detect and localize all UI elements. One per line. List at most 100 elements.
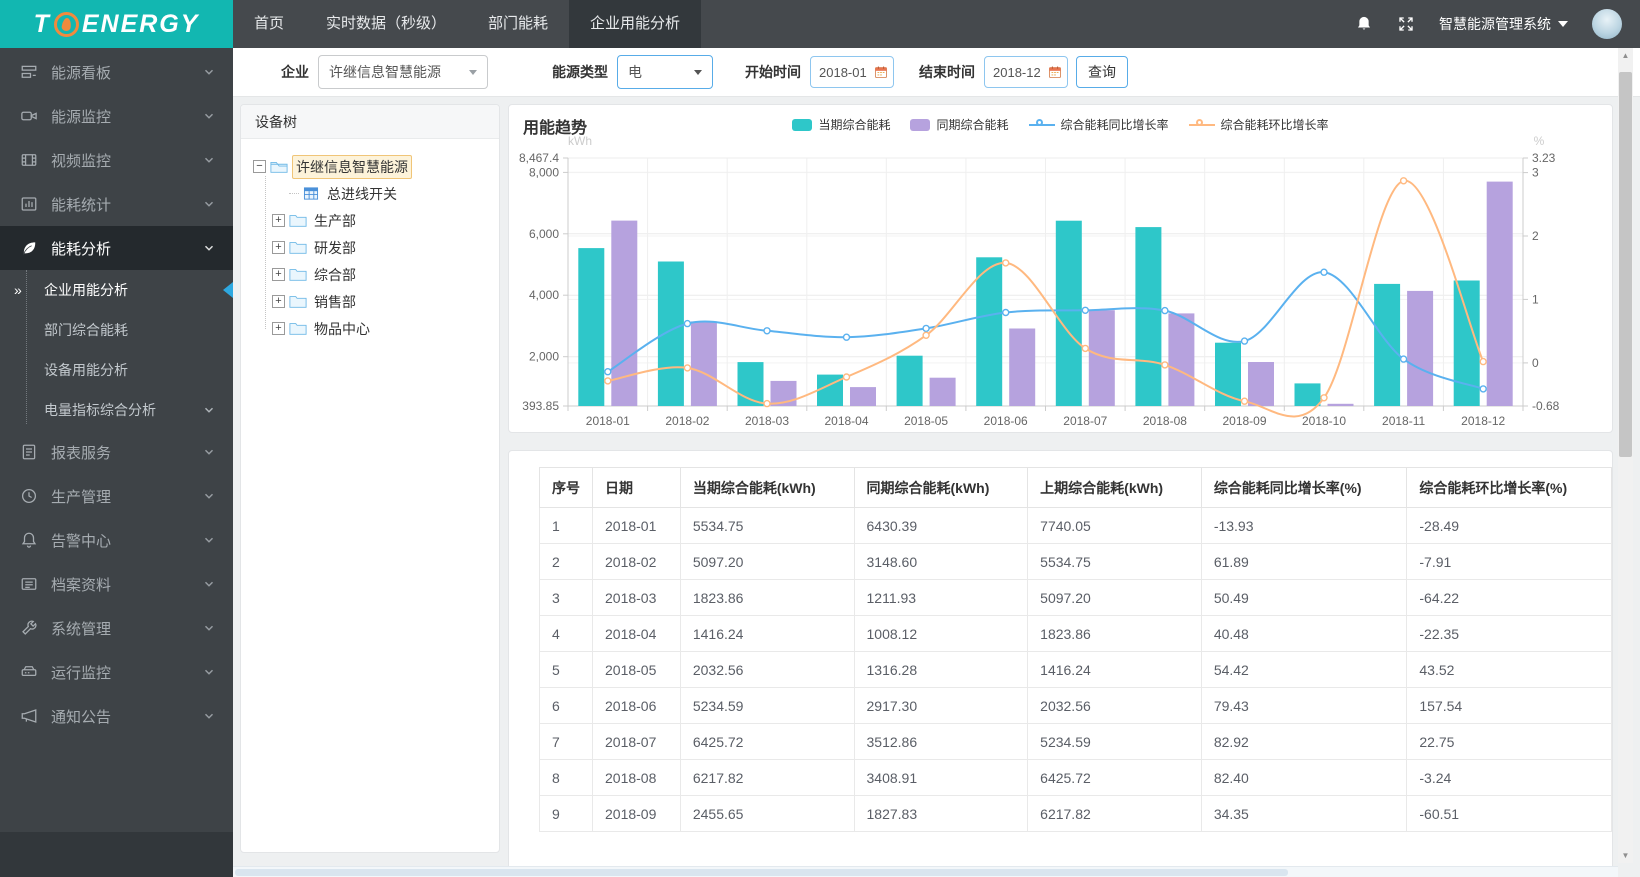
- vertical-scrollbar[interactable]: ▲ ▼: [1618, 48, 1633, 863]
- chevron-down-icon: [203, 534, 215, 546]
- tree-node-label[interactable]: 总进线开关: [324, 183, 400, 205]
- expand-icon[interactable]: +: [272, 295, 285, 308]
- tree-node-label[interactable]: 综合部: [311, 264, 359, 286]
- table-row[interactable]: 5 2018-05 2032.56 1316.28 1416.24 54.42 43.52: [539, 651, 1612, 688]
- fullscreen-icon[interactable]: [1397, 15, 1415, 33]
- calendar-icon: [1048, 66, 1062, 79]
- collapse-icon[interactable]: −: [253, 160, 266, 173]
- logo-text-right: ENERGY: [81, 9, 200, 38]
- sidebar-item[interactable]: 视频监控: [0, 138, 233, 182]
- horizontal-scrollbar[interactable]: [233, 866, 1618, 877]
- sidebar-item[interactable]: 生产管理: [0, 474, 233, 518]
- sidebar-item-label: 档案资料: [51, 576, 112, 594]
- legend-item[interactable]: 综合能耗环比增长率: [1188, 116, 1329, 133]
- tree-node[interactable]: + 销售部: [259, 288, 493, 315]
- tree-node-root[interactable]: − 许继信息智慧能源: [253, 153, 493, 180]
- legend-item[interactable]: 同期综合能耗: [910, 116, 1009, 133]
- user-avatar[interactable]: [1592, 9, 1622, 39]
- tree-node[interactable]: + 研发部: [259, 234, 493, 261]
- sidebar-item[interactable]: 能源监控: [0, 94, 233, 138]
- chevron-down-icon: [203, 154, 215, 166]
- nav-tab-dept-energy[interactable]: 部门能耗: [467, 0, 569, 48]
- expand-icon[interactable]: +: [272, 214, 285, 227]
- table-cell: 157.54: [1406, 687, 1612, 724]
- table-row[interactable]: 9 2018-09 2455.65 1827.83 6217.82 34.35 -60.51: [539, 795, 1612, 832]
- end-time-label: 结束时间: [919, 64, 975, 80]
- tree-node[interactable]: + 生产部: [259, 207, 493, 234]
- chevron-down-icon: [203, 666, 215, 678]
- table-row[interactable]: 4 2018-04 1416.24 1008.12 1823.86 40.48 -22.35: [539, 615, 1612, 652]
- legend-item[interactable]: 当期综合能耗: [792, 116, 890, 133]
- app-logo[interactable]: T ENERGY: [0, 0, 233, 48]
- scroll-down-icon[interactable]: ▼: [1618, 848, 1633, 863]
- chevron-down-icon: [203, 578, 215, 590]
- topbar-right: 智慧能源管理系统: [1355, 0, 1640, 48]
- vertical-scrollbar-thumb[interactable]: [1619, 72, 1632, 457]
- table-row[interactable]: 3 2018-03 1823.86 1211.93 5097.20 50.49 -64.22: [539, 579, 1612, 616]
- sidebar-subitem[interactable]: 部门综合能耗: [0, 310, 233, 350]
- chevron-down-icon: [203, 404, 215, 416]
- table-row[interactable]: 1 2018-01 5534.75 6430.39 7740.05 -13.93 -28.4…: [539, 507, 1612, 544]
- sidebar-item[interactable]: 通知公告: [0, 694, 233, 738]
- sidebar-item[interactable]: 运行监控: [0, 650, 233, 694]
- chevron-down-icon: [203, 622, 215, 634]
- company-select[interactable]: 许继信息智慧能源: [318, 55, 488, 89]
- folder-icon: [289, 294, 307, 309]
- tree-node[interactable]: + 综合部: [259, 261, 493, 288]
- table-row[interactable]: 7 2018-07 6425.72 3512.86 5234.59 82.92 22.75: [539, 723, 1612, 760]
- table-cell: 1823.86: [1027, 615, 1202, 652]
- sidebar-subitem[interactable]: 设备用能分析: [0, 350, 233, 390]
- table-cell: 6430.39: [853, 507, 1029, 544]
- tree-node[interactable]: + 物品中心: [259, 315, 493, 342]
- expand-icon[interactable]: +: [272, 268, 285, 281]
- start-date-input[interactable]: 2018-01: [810, 56, 894, 88]
- sidebar-item[interactable]: 系统管理: [0, 606, 233, 650]
- scroll-up-icon[interactable]: ▲: [1618, 48, 1633, 63]
- sidebar-subitem[interactable]: 电量指标综合分析: [0, 390, 233, 430]
- bell-icon[interactable]: [1355, 15, 1373, 33]
- table-cell: 7: [539, 723, 593, 760]
- sidebar-item[interactable]: 能耗统计: [0, 182, 233, 226]
- table-row[interactable]: 2 2018-02 5097.20 3148.60 5534.75 61.89 -7.91: [539, 543, 1612, 580]
- tree-node[interactable]: 总进线开关: [259, 180, 493, 207]
- sidebar-item[interactable]: 告警中心: [0, 518, 233, 562]
- sidebar-item[interactable]: 报表服务: [0, 430, 233, 474]
- expand-icon[interactable]: +: [272, 241, 285, 254]
- table-cell: 54.42: [1200, 651, 1408, 688]
- svg-text:%: %: [1534, 134, 1545, 148]
- calendar-icon: [874, 66, 888, 79]
- tree-node-label[interactable]: 许继信息智慧能源: [292, 154, 412, 179]
- legend-line-swatch: [1028, 118, 1055, 131]
- table-row[interactable]: 6 2018-06 5234.59 2917.30 2032.56 79.43 157.54: [539, 687, 1612, 724]
- sidebar-subitem[interactable]: » 企业用能分析: [0, 270, 233, 310]
- nav-tab-realtime[interactable]: 实时数据（秒级）: [305, 0, 467, 48]
- table-cell: 5534.75: [1027, 543, 1202, 580]
- tree-node-label[interactable]: 生产部: [311, 210, 359, 232]
- table-cell: 2032.56: [1027, 687, 1202, 724]
- system-title[interactable]: 智慧能源管理系统: [1439, 14, 1568, 34]
- tree-node-label[interactable]: 物品中心: [311, 318, 373, 340]
- bar-stats-icon: [20, 195, 38, 213]
- legend-item[interactable]: 综合能耗同比增长率: [1028, 116, 1169, 133]
- nav-tab-home[interactable]: 首页: [233, 0, 305, 48]
- tree-node-label[interactable]: 研发部: [311, 237, 359, 259]
- query-button[interactable]: 查询: [1076, 56, 1128, 88]
- tree-node-label[interactable]: 销售部: [311, 291, 359, 313]
- table-row[interactable]: 8 2018-08 6217.82 3408.91 6425.72 82.40 -3.24: [539, 759, 1612, 796]
- end-date-input[interactable]: 2018-12: [984, 56, 1068, 88]
- chevron-down-icon: [203, 490, 215, 502]
- system-title-label: 智慧能源管理系统: [1439, 16, 1551, 32]
- sidebar-item[interactable]: 档案资料: [0, 562, 233, 606]
- horizontal-scrollbar-thumb[interactable]: [235, 869, 1288, 876]
- expand-icon[interactable]: +: [272, 322, 285, 335]
- svg-text:3.23: 3.23: [1532, 151, 1556, 165]
- energy-trend-chart[interactable]: 393.85 2,000 4,000 6,000 8,0008,467.4 -0.68 0 1…: [509, 133, 1612, 432]
- table-cell: 5097.20: [1027, 579, 1202, 616]
- sidebar-item[interactable]: 能耗分析: [0, 226, 233, 270]
- nav-tab-enterprise-analysis[interactable]: 企业用能分析: [569, 0, 702, 48]
- camera-icon: [20, 107, 38, 125]
- sidebar-item[interactable]: 能源看板: [0, 50, 233, 94]
- start-time-label: 开始时间: [745, 64, 801, 80]
- table-cell: 2018-06: [592, 687, 681, 724]
- energy-type-select[interactable]: 电: [617, 55, 713, 89]
